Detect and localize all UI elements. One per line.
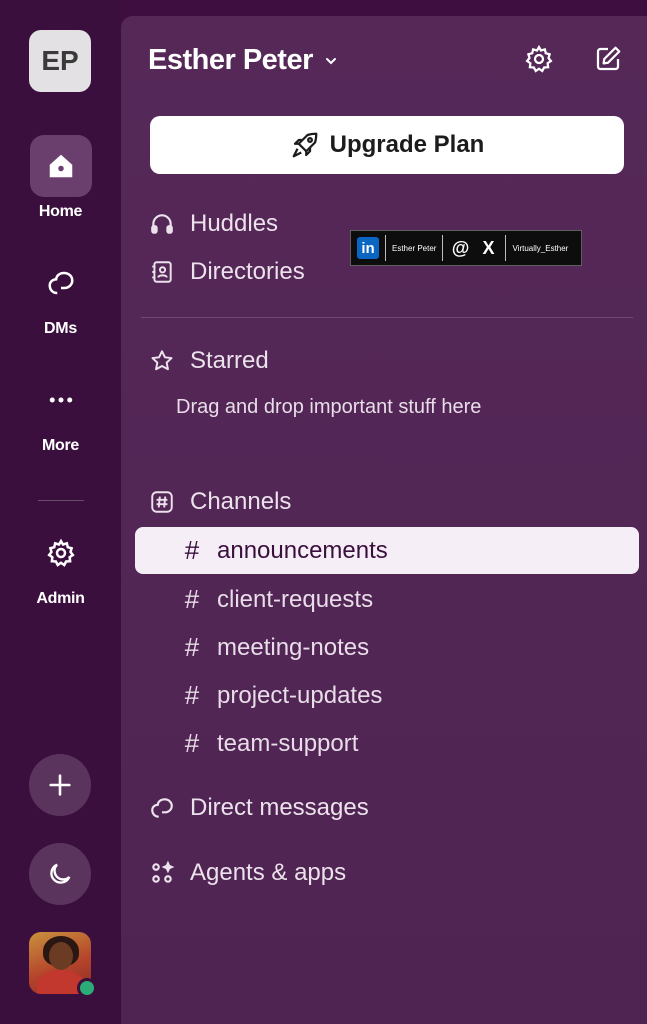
section-label-agents-apps: Agents & apps [190, 859, 347, 886]
section-label-direct-messages: Direct messages [190, 794, 369, 821]
more-button[interactable] [30, 369, 92, 431]
workspace-rail: EP Home DMs More Admin [0, 0, 121, 1024]
presence-indicator [77, 978, 97, 998]
section-direct-messages[interactable]: Direct messages [148, 794, 369, 822]
channel-name: meeting-notes [217, 633, 370, 661]
rocket-icon [292, 132, 318, 158]
section-label-channels: Channels [190, 488, 292, 515]
hash-icon: # [184, 728, 200, 758]
rail-divider [38, 500, 84, 501]
channel-item-meeting-notes[interactable]: # meeting-notes [135, 624, 639, 671]
nav-label-huddles: Huddles [190, 210, 279, 237]
star-icon [148, 347, 176, 375]
threads-icon: @ [451, 237, 470, 258]
starred-empty-hint: Drag and drop important stuff here [176, 396, 482, 418]
rail-item-dms[interactable]: DMs [0, 252, 121, 338]
channel-name: client-requests [217, 585, 374, 613]
rail-item-admin[interactable]: Admin [0, 522, 121, 608]
section-agents-apps[interactable]: Agents & apps [148, 859, 346, 887]
plus-icon [49, 774, 71, 796]
nav-directories[interactable]: Directories [148, 258, 305, 286]
hash-icon: # [184, 680, 200, 710]
nav-label-directories: Directories [190, 258, 305, 285]
admin-button[interactable] [30, 522, 92, 584]
hash-icon: # [184, 632, 200, 662]
headphones-icon [148, 210, 176, 238]
sidebar-divider [141, 317, 633, 318]
channel-name: team-support [217, 729, 359, 757]
rail-label-dms: DMs [44, 320, 77, 337]
gear-icon [46, 538, 75, 567]
section-label-starred: Starred [190, 347, 269, 374]
banner-name: Esther Peter [392, 243, 437, 253]
rail-label-home: Home [38, 203, 83, 220]
compose-button[interactable] [591, 42, 625, 76]
workspace-name-button[interactable]: Esther Peter [148, 44, 339, 77]
channel-name: announcements [217, 536, 388, 564]
channel-section-icon [148, 488, 176, 516]
gear-icon [525, 44, 553, 73]
dm-bubble-icon [47, 271, 74, 295]
home-button[interactable] [29, 135, 92, 197]
linkedin-icon: in [357, 237, 379, 259]
rail-item-home[interactable]: Home [0, 135, 121, 221]
channel-item-client-requests[interactable]: # client-requests [135, 576, 639, 623]
hash-icon: # [184, 535, 200, 565]
upgrade-plan-label: Upgrade Plan [329, 131, 485, 158]
rail-label-admin: Admin [36, 590, 85, 607]
moon-icon [50, 863, 71, 884]
channel-item-announcements[interactable]: # announcements [135, 527, 639, 574]
channel-item-project-updates[interactable]: # project-updates [135, 672, 639, 719]
add-workspace-button[interactable] [29, 754, 91, 816]
nav-huddles[interactable]: Huddles [148, 210, 278, 238]
apps-grid-icon [148, 859, 176, 887]
section-channels[interactable]: Channels [148, 488, 291, 516]
rail-label-more: More [41, 437, 80, 454]
workspace-name: Esther Peter [148, 44, 313, 76]
dms-button[interactable] [30, 252, 92, 314]
upgrade-plan-button[interactable]: Upgrade Plan [150, 116, 624, 174]
hash-icon: # [184, 584, 200, 614]
more-dots-icon [49, 397, 72, 403]
channel-item-team-support[interactable]: # team-support [135, 720, 639, 767]
chevron-down-icon [325, 57, 336, 64]
x-logo-icon: X [482, 237, 495, 258]
directory-icon [148, 258, 176, 286]
banner-handle: Virtually_Esther [512, 243, 569, 253]
section-starred[interactable]: Starred [148, 347, 269, 375]
settings-button[interactable] [522, 42, 556, 76]
channel-name: project-updates [217, 681, 383, 709]
workspace-switcher[interactable]: EP [29, 30, 91, 92]
compose-icon [596, 46, 621, 71]
social-watermark-banner: in Esther Peter @ X Virtually_Esther [350, 230, 582, 266]
dm-bubble-icon [148, 794, 176, 822]
theme-toggle-button[interactable] [29, 843, 91, 905]
home-icon [49, 154, 72, 178]
rail-item-more[interactable]: More [0, 369, 121, 455]
